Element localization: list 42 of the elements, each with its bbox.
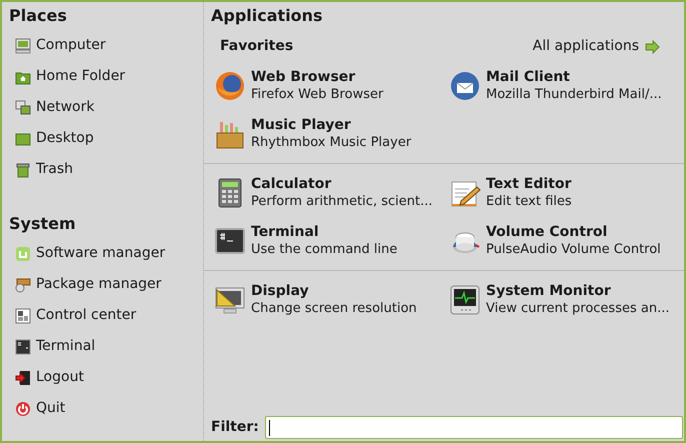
all-applications-link[interactable]: All applications: [532, 36, 660, 57]
globe-icon: [214, 70, 246, 102]
network-icon: [15, 100, 31, 116]
arrow-right-icon: [645, 40, 660, 54]
menu-item[interactable]: Trash: [9, 154, 203, 185]
app-launcher[interactable]: Text Editor Edit text files: [449, 169, 684, 217]
app-launcher[interactable]: Terminal Use the command line: [214, 217, 449, 265]
menu-item[interactable]: Logout: [9, 362, 203, 393]
app-launcher[interactable]: Display Change screen resolution: [214, 276, 449, 324]
app-launcher[interactable]: Mail Client Mozilla Thunderbird Mail/...: [449, 62, 684, 110]
menu-item[interactable]: Control center: [9, 300, 203, 331]
control-panel-icon: [15, 308, 31, 324]
menu-item[interactable]: Desktop: [9, 123, 203, 154]
app-launcher[interactable]: System Monitor View current processes an...: [449, 276, 684, 324]
terminal-icon: [214, 225, 246, 257]
menu-item[interactable]: Quit: [9, 393, 203, 424]
section-heading: Places: [9, 5, 68, 27]
filter-field[interactable]: [264, 416, 683, 439]
menu-item[interactable]: Terminal: [9, 331, 203, 362]
package-icon: [15, 276, 31, 292]
menu-item[interactable]: Package manager: [9, 269, 203, 300]
menu-item[interactable]: Home Folder: [9, 61, 203, 92]
mail-icon: [449, 70, 481, 102]
favorites-heading: Favorites: [220, 37, 294, 56]
heart-monitor-icon: [449, 284, 481, 316]
app-launcher[interactable]: Volume Control PulseAudio Volume Control: [449, 217, 684, 265]
desktop-icon: [15, 130, 31, 146]
app-launcher[interactable]: Music Player Rhythmbox Music Player: [214, 110, 449, 158]
filter-label: Filter:: [211, 418, 259, 437]
menu-item[interactable]: Software manager: [9, 238, 203, 269]
app-launcher[interactable]: Web Browser Firefox Web Browser: [214, 62, 449, 110]
app-launcher[interactable]: Calculator Perform arithmetic, scient...: [214, 169, 449, 217]
computer-icon: [15, 38, 31, 54]
section-heading: System: [9, 213, 77, 235]
leaf-logo-icon: [15, 246, 31, 262]
section-heading: Applications: [211, 5, 324, 27]
power-icon: [15, 400, 31, 416]
menu-item[interactable]: Network: [9, 92, 203, 123]
logout-icon: [15, 370, 31, 386]
terminal-icon: [15, 338, 31, 354]
menu-item[interactable]: Computer: [9, 30, 203, 61]
trash-icon: [15, 162, 31, 178]
